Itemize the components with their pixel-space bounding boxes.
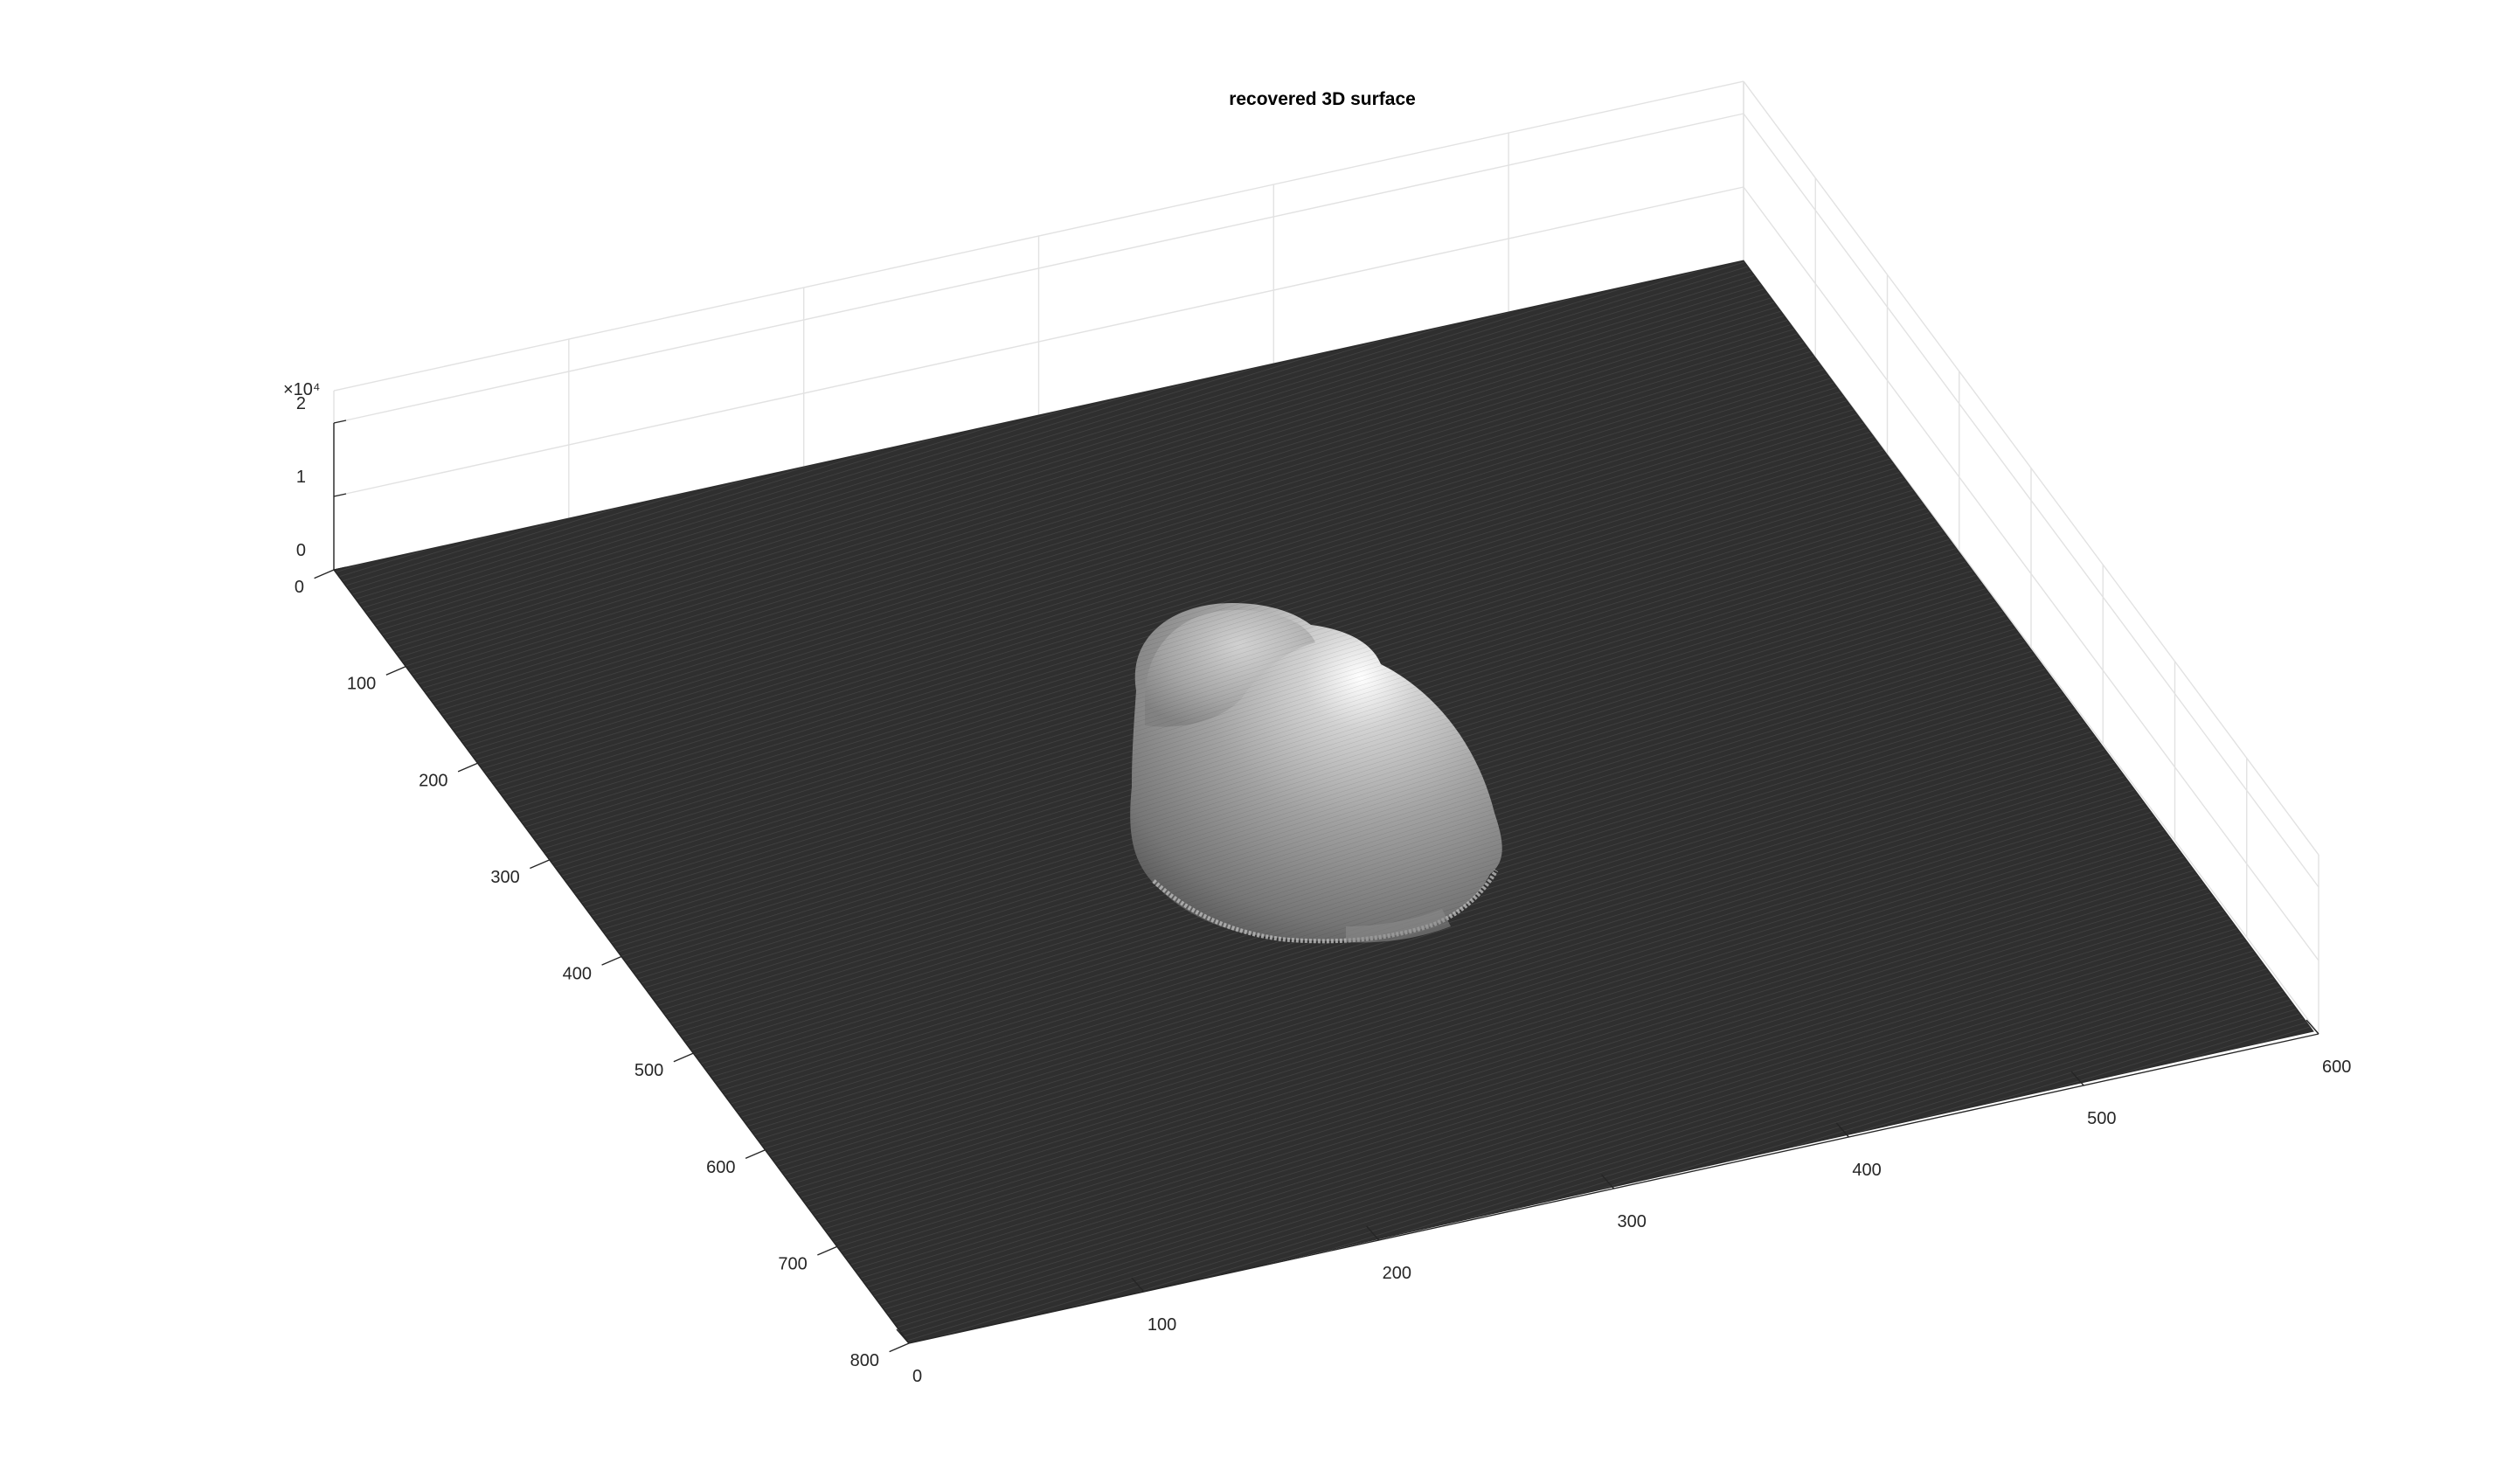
x-tick — [673, 1052, 694, 1063]
x-tick — [530, 859, 551, 870]
y-tick-label: 300 — [1618, 1212, 1647, 1231]
y-tick-label: 400 — [1852, 1161, 1881, 1180]
y-tick-label: 200 — [1383, 1264, 1411, 1283]
x-tick — [385, 665, 406, 676]
z-tick-label: 0 — [296, 541, 306, 560]
x-tick-label: 200 — [419, 771, 447, 790]
figure: recovered 3D surface 0100200300400500600… — [283, 80, 2351, 1386]
x-tick — [745, 1149, 766, 1159]
x-tick-label: 800 — [850, 1351, 879, 1370]
x-tick — [457, 762, 478, 773]
x-tick-label: 400 — [563, 965, 592, 984]
z-exponent-label: ×10⁴ — [283, 380, 321, 399]
x-tick-label: 0 — [295, 578, 304, 597]
x-tick-label: 500 — [634, 1061, 663, 1080]
z-tick — [333, 420, 347, 424]
x-tick-label: 100 — [347, 675, 376, 694]
x-tick — [889, 1342, 910, 1353]
y-tick-label: 500 — [2087, 1109, 2116, 1128]
chart-title: recovered 3D surface — [1229, 89, 1416, 109]
z-tick — [333, 493, 347, 497]
y-tick-label: 100 — [1148, 1315, 1176, 1335]
y-tick-label: 600 — [2322, 1058, 2351, 1077]
x-tick-label: 700 — [778, 1254, 807, 1273]
x-tick-label: 600 — [706, 1158, 735, 1177]
surface — [333, 260, 2314, 1344]
x-tick — [601, 955, 622, 966]
x-tick — [314, 569, 335, 579]
x-tick — [817, 1245, 838, 1256]
y-tick-label: 0 — [912, 1367, 922, 1386]
x-tick-label: 300 — [490, 868, 519, 887]
z-tick-label: 1 — [296, 468, 306, 487]
